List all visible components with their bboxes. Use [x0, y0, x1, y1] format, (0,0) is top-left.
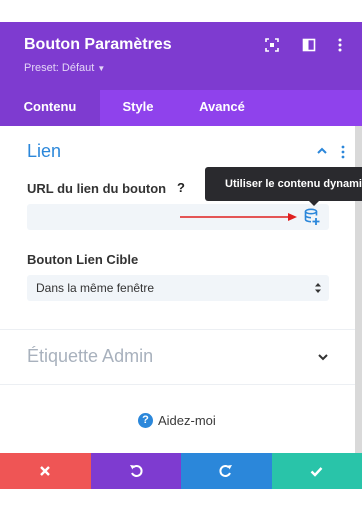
tab-style[interactable]: Style	[100, 90, 176, 126]
preset-label: Preset: Défaut	[24, 62, 95, 74]
close-icon	[40, 466, 51, 476]
dynamic-content-icon[interactable]	[303, 208, 321, 226]
more-vertical-icon[interactable]	[333, 38, 347, 52]
tooltip-arrow	[309, 201, 319, 206]
split-view-icon[interactable]	[302, 38, 316, 52]
action-bar	[0, 453, 362, 489]
tab-avance[interactable]: Avancé	[176, 90, 268, 126]
expand-icon[interactable]	[265, 38, 279, 52]
link-target-select[interactable]: Dans la même fenêtre	[27, 275, 329, 301]
section-more-icon[interactable]	[340, 145, 346, 159]
redo-button[interactable]	[181, 453, 272, 489]
redo-icon	[219, 465, 233, 477]
save-button[interactable]	[271, 453, 362, 489]
section-divider	[0, 329, 355, 330]
modal-title: Bouton Paramètres	[24, 36, 172, 53]
caret-down-icon: ▼	[97, 64, 106, 73]
url-field-label: URL du lien du bouton	[27, 181, 167, 196]
target-field-label: Bouton Lien Cible	[27, 252, 139, 267]
undo-button[interactable]	[90, 453, 181, 489]
help-question-icon[interactable]: ?	[174, 181, 188, 195]
section-title-admin[interactable]: Étiquette Admin	[27, 346, 153, 367]
annotation-arrow-icon	[180, 213, 297, 221]
discard-button[interactable]	[0, 453, 91, 489]
chevron-down-icon[interactable]	[317, 352, 329, 362]
help-label: Aidez-moi	[158, 413, 216, 428]
tab-bar: Contenu Style Avancé	[0, 90, 362, 126]
tab-contenu[interactable]: Contenu	[0, 90, 100, 126]
help-link[interactable]: ? Aidez-moi	[138, 413, 216, 428]
section-title-lien[interactable]: Lien	[27, 141, 61, 162]
chevron-up-icon[interactable]	[316, 146, 328, 156]
section-divider	[0, 384, 355, 385]
modal-header: Bouton Paramètres Preset: Défaut ▼	[0, 22, 362, 90]
preset-selector[interactable]: Preset: Défaut ▼	[24, 62, 105, 74]
link-target-value: Dans la même fenêtre	[36, 281, 155, 295]
select-arrows-icon	[315, 283, 321, 293]
undo-icon	[129, 465, 143, 477]
dynamic-content-tooltip: Utiliser le contenu dynamique	[205, 167, 362, 201]
check-icon	[310, 466, 323, 477]
help-circle-icon: ?	[138, 413, 153, 428]
